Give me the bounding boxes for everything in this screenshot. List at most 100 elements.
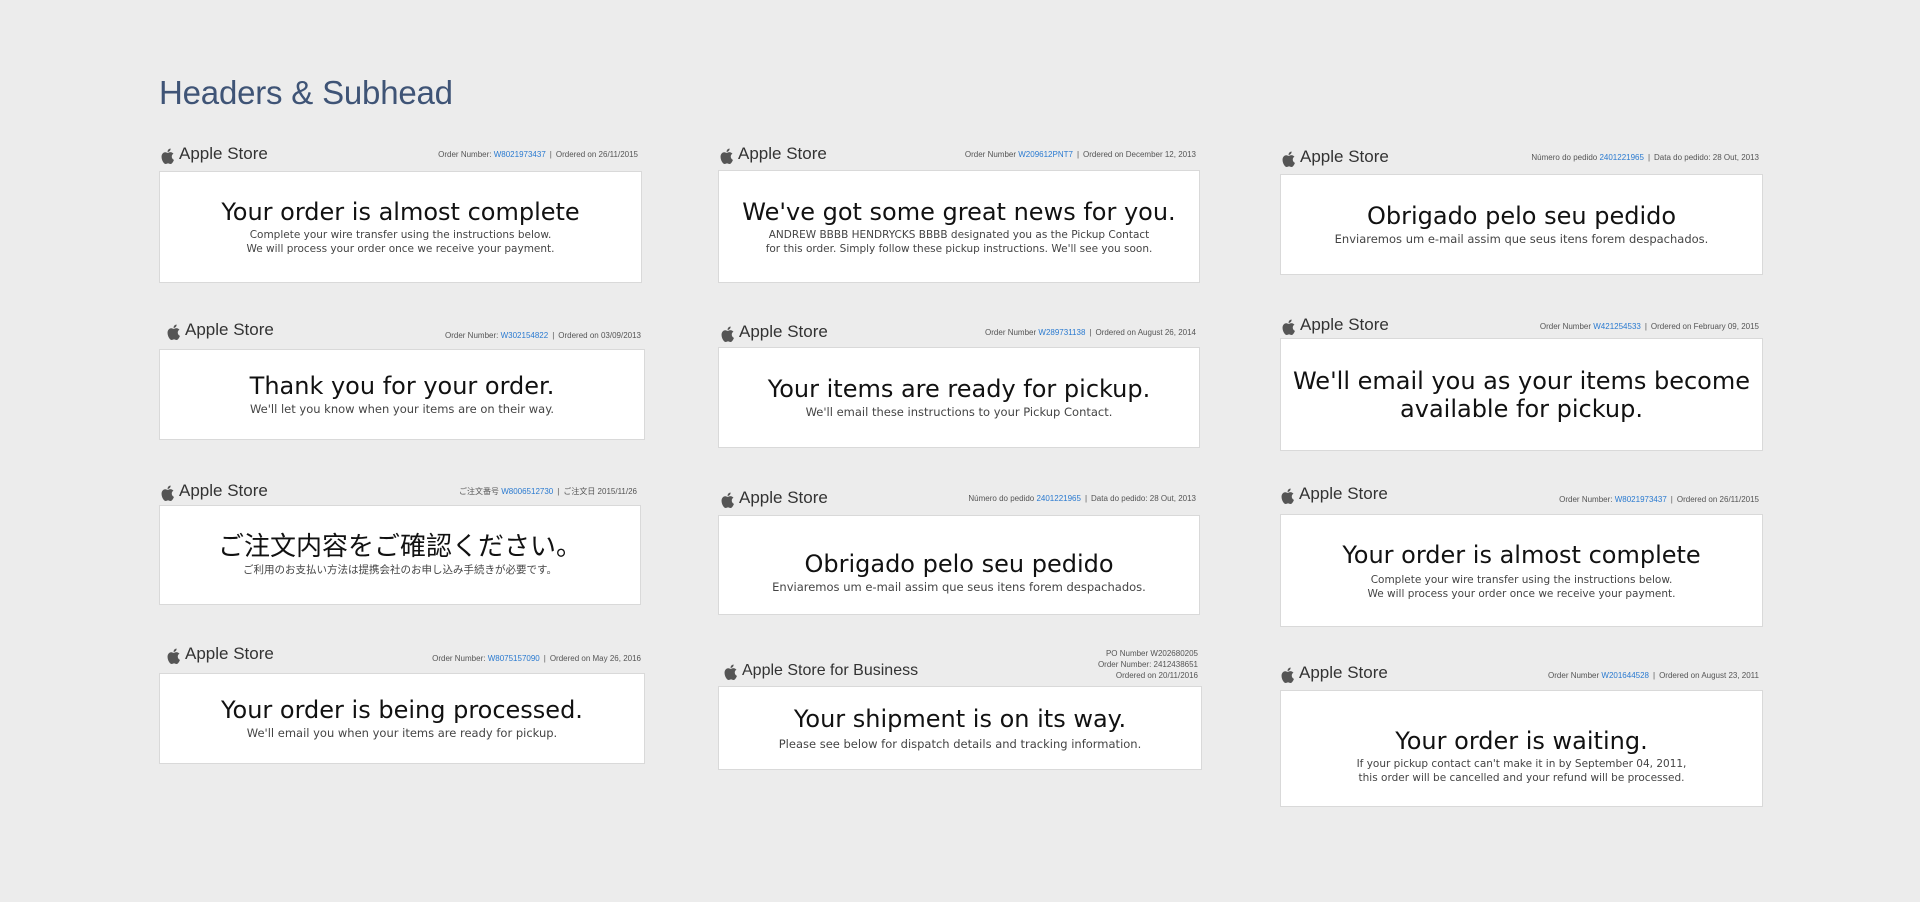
order-meta: Order Number: W8021973437 | Ordered on 26/… bbox=[438, 150, 638, 159]
subhead-line: Please see below for dispatch details an… bbox=[778, 736, 1142, 751]
order-number: Order Number: 2412438651 bbox=[1097, 660, 1198, 669]
order-number-link[interactable]: W8021973437 bbox=[1615, 495, 1667, 504]
brand: Apple Store bbox=[1282, 315, 1389, 335]
subhead-line: We'll let you know when your items are o… bbox=[249, 402, 555, 416]
apple-logo-icon bbox=[161, 148, 174, 164]
order-number-link[interactable]: 2401221965 bbox=[1036, 494, 1081, 503]
apple-logo-icon bbox=[721, 326, 734, 342]
card-body: We've got some great news for you. ANDRE… bbox=[718, 170, 1200, 283]
order-header-card: Apple Store Número do pedido 2401221965 |… bbox=[1280, 143, 1763, 275]
headline: Your order is waiting. bbox=[1395, 726, 1648, 755]
brand: Apple Store bbox=[167, 644, 274, 664]
order-header-card: Apple Store Order Number: W8075157090 | Or… bbox=[159, 640, 645, 764]
order-header-card: Apple Store for Business PO Number W2026… bbox=[718, 648, 1202, 770]
apple-logo-icon bbox=[1282, 151, 1295, 167]
headline: ご注文内容をご確認ください。 bbox=[217, 532, 582, 562]
order-meta: Order Number W209612PNT7 | Ordered on Dece… bbox=[964, 150, 1196, 159]
order-number-link[interactable]: W209612PNT7 bbox=[1018, 150, 1073, 159]
brand: Apple Store bbox=[161, 481, 268, 501]
brand: Apple Store bbox=[1281, 663, 1388, 683]
order-number-link[interactable]: W8021973437 bbox=[494, 150, 546, 159]
card-body: Your items are ready for pickup. We'll e… bbox=[718, 347, 1200, 448]
order-meta: Order Number W289731138 | Ordered on Augus… bbox=[985, 328, 1196, 337]
card-body: Your order is waiting. If your pickup co… bbox=[1280, 690, 1763, 807]
card-body: Your order is almost complete Complete y… bbox=[1280, 514, 1763, 627]
card-body: Your shipment is on its way. Please see … bbox=[718, 686, 1202, 770]
subhead-line: Enviaremos um e-mail assim que seus iten… bbox=[1334, 232, 1709, 246]
apple-logo-icon bbox=[721, 492, 734, 508]
order-header-card: Apple Store ご注文番号 W8006512730 | ご注文日 2015/… bbox=[159, 477, 641, 605]
headline: Obrigado pelo seu pedido bbox=[1366, 202, 1677, 230]
apple-logo-icon bbox=[1281, 667, 1294, 683]
order-number-link[interactable]: 2401221965 bbox=[1599, 153, 1644, 162]
order-header-card: Apple Store Order Number W421254533 | Orde… bbox=[1280, 311, 1763, 451]
order-number-link[interactable]: W302154822 bbox=[501, 331, 549, 340]
order-meta: PO Number W202680205 Order Number: 24124… bbox=[1098, 648, 1198, 681]
apple-logo-icon bbox=[161, 485, 174, 501]
brand: Apple Store bbox=[721, 322, 828, 342]
card-body: Obrigado pelo seu pedido Enviaremos um e… bbox=[718, 515, 1200, 615]
apple-logo-icon bbox=[1281, 488, 1294, 504]
card-body: Thank you for your order. We'll let you … bbox=[159, 349, 645, 440]
po-number: PO Number W202680205 bbox=[1105, 649, 1198, 658]
headline: We've got some great news for you. bbox=[742, 197, 1176, 226]
order-number-link[interactable]: W289731138 bbox=[1038, 328, 1085, 337]
brand: Apple Store for Business bbox=[724, 662, 918, 680]
headline: Your items are ready for pickup. bbox=[767, 375, 1151, 403]
order-date: Ordered on 20/11/2016 bbox=[1115, 671, 1198, 680]
headline: Your order is being processed. bbox=[221, 696, 583, 724]
order-meta: Order Number: W8021973437 | Ordered on 26/… bbox=[1559, 495, 1759, 504]
card-body: We'll email you as your items become ava… bbox=[1280, 338, 1763, 451]
subhead-line: ANDREW BBBB HENDRYCKS BBBB designated yo… bbox=[768, 228, 1150, 241]
headline: Your order is almost complete bbox=[221, 198, 580, 226]
subhead-line: Complete your wire transfer using the in… bbox=[249, 229, 552, 241]
order-meta: ご注文番号 W8006512730 | ご注文日 2015/11/26 bbox=[458, 487, 637, 496]
headline: Your order is almost complete bbox=[1342, 540, 1701, 569]
subhead-line: this order will be cancelled and your re… bbox=[1358, 771, 1685, 784]
order-header-card: Apple Store Order Number: W302154822 | Ord… bbox=[159, 316, 645, 440]
subhead-line: We will process your order once we recei… bbox=[1367, 587, 1676, 600]
apple-logo-icon bbox=[1282, 319, 1295, 335]
apple-logo-icon bbox=[167, 648, 180, 664]
order-meta: Order Number: W302154822 | Ordered on 03/0… bbox=[445, 331, 641, 340]
order-meta: Order Number W421254533 | Ordered on Febru… bbox=[1539, 322, 1759, 331]
order-header-card: Apple Store Order Number W201644528 | Orde… bbox=[1280, 659, 1763, 807]
brand: Apple Store bbox=[161, 144, 268, 164]
order-meta: Número do pedido 2401221965 | Data do pedi… bbox=[1531, 153, 1759, 162]
headline-line-2: available for pickup. bbox=[1400, 394, 1643, 423]
subhead-line: for this order. Simply follow these pick… bbox=[765, 242, 1153, 255]
order-number-link[interactable]: W8075157090 bbox=[488, 654, 540, 663]
subhead-line: ご利用のお支払い方法は提携会社のお申し込み手続きが必要です。 bbox=[243, 564, 557, 576]
brand: Apple Store bbox=[1282, 147, 1389, 167]
apple-logo-icon bbox=[167, 324, 180, 340]
order-header-card: Apple Store Order Number W289731138 | Orde… bbox=[718, 318, 1200, 448]
page-title: Headers & Subhead bbox=[159, 74, 453, 111]
card-body: ご注文内容をご確認ください。 ご利用のお支払い方法は提携会社のお申し込み手続きが… bbox=[159, 505, 641, 605]
order-number-link[interactable]: W8006512730 bbox=[501, 487, 553, 496]
apple-logo-icon bbox=[724, 664, 737, 680]
order-number-link[interactable]: W201644528 bbox=[1601, 671, 1649, 680]
brand: Apple Store bbox=[1281, 484, 1388, 504]
order-meta: Order Number: W8075157090 | Ordered on May… bbox=[432, 654, 641, 663]
apple-logo-icon bbox=[720, 148, 733, 164]
card-body: Your order is almost complete Complete y… bbox=[159, 171, 642, 283]
brand: Apple Store bbox=[721, 488, 828, 508]
order-header-card: Apple Store Order Number W209612PNT7 | Ord… bbox=[718, 140, 1200, 283]
card-body: Obrigado pelo seu pedido Enviaremos um e… bbox=[1280, 174, 1763, 275]
subhead-line: Enviaremos um e-mail assim que seus iten… bbox=[772, 579, 1146, 594]
headline: Your shipment is on its way. bbox=[793, 704, 1127, 733]
order-header-card: Apple Store Order Number: W8021973437 | Or… bbox=[159, 140, 642, 283]
order-meta: Número do pedido 2401221965 | Data do pedi… bbox=[968, 494, 1196, 503]
brand: Apple Store bbox=[167, 320, 274, 340]
subhead-line: If your pickup contact can't make it in … bbox=[1356, 757, 1687, 770]
headline: Obrigado pelo seu pedido bbox=[804, 549, 1114, 578]
order-header-card: Apple Store Número do pedido 2401221965 |… bbox=[718, 484, 1200, 615]
subhead-line: We'll email you when your items are read… bbox=[246, 726, 558, 740]
subhead-line: We'll email these instructions to your P… bbox=[805, 405, 1113, 419]
order-number-link[interactable]: W421254533 bbox=[1593, 322, 1641, 331]
order-header-card: Apple Store Order Number: W8021973437 | Or… bbox=[1280, 480, 1763, 627]
order-meta: Order Number W201644528 | Ordered on Augus… bbox=[1548, 671, 1759, 680]
brand: Apple Store bbox=[720, 144, 827, 164]
headline: We'll email you as your items become bbox=[1292, 366, 1750, 395]
subhead-line: We will process your order once we recei… bbox=[246, 243, 555, 255]
